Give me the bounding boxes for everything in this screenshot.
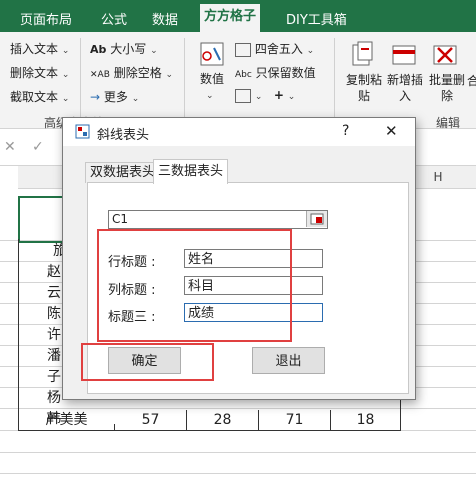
score-cell[interactable]: 18 [331, 410, 400, 430]
tab-double-header[interactable]: 双数据表头 [85, 162, 161, 183]
score-cell[interactable]: 71 [259, 410, 330, 430]
numeric-button[interactable]: 数值 [200, 70, 224, 87]
highlight-ok-box [81, 343, 214, 381]
name-cell[interactable]: 陈 [44, 304, 64, 324]
diagonal-header-dialog: 斜线表头 ? ✕ 双数据表头 三数据表头 C1 行标题 : 姓名 列标题 : 科… [62, 117, 416, 400]
ribbon-divider [334, 38, 335, 126]
tab-page-layout[interactable]: 页面布局 [20, 9, 72, 28]
cell-ref-input[interactable]: C1 [108, 210, 328, 229]
insert-text-button[interactable]: 插入文本 ⌄ [10, 40, 69, 57]
trim-spaces-button[interactable]: ✕AB 删除空格 ⌄ [90, 64, 173, 81]
tab-fangfang[interactable]: 方方格子 [200, 4, 261, 32]
tab-triple-header[interactable]: 三数据表头 [153, 159, 229, 184]
batch-delete-icon [432, 40, 458, 68]
delete-text-button[interactable]: 删除文本 ⌄ [10, 64, 69, 81]
case-icon: Ab [90, 43, 107, 56]
copy-paste-icon [350, 40, 376, 68]
dialog-title: 斜线表头 [97, 128, 150, 143]
close-button[interactable]: ✕ [385, 122, 398, 140]
insert-button[interactable]: 新增插入 [385, 72, 425, 104]
ribbon-tab-bar: 页面布局 公式 数据 方方格子 DIY工具箱 [0, 0, 476, 32]
tab-diy-toolbox[interactable]: DIY工具箱 [286, 9, 347, 28]
grid-icon [235, 42, 251, 57]
edit-icon [235, 88, 251, 103]
more-button[interactable]: → 更多 ⌄ [90, 88, 139, 105]
abc-icon: Abc [235, 70, 252, 80]
tab-formulas[interactable]: 公式 [101, 9, 127, 28]
insert-icon [391, 40, 417, 68]
confirm-icon[interactable]: ✓ [32, 139, 44, 155]
ribbon-body: 插入文本 ⌄ 删除文本 ⌄ 截取文本 ⌄ 高级文本处理 Ab 大小写 ⌄ ✕AB… [0, 32, 476, 130]
copy-paste-button[interactable]: 复制粘贴 [344, 72, 384, 104]
round-button[interactable]: 四舍五入 ⌄ [235, 40, 314, 57]
dialog-titlebar[interactable]: 斜线表头 ? ✕ [63, 118, 415, 146]
name-cell[interactable]: 子 [44, 367, 64, 387]
numeric-caret[interactable]: ⌄ [206, 87, 214, 101]
trim-icon: ✕AB [90, 70, 110, 80]
extract-text-button[interactable]: 截取文本 ⌄ [10, 88, 69, 105]
tab-data[interactable]: 数据 [152, 9, 178, 28]
range-picker-icon[interactable] [306, 211, 327, 227]
arrow-right-icon: → [90, 90, 101, 104]
edit-format-button[interactable]: ⌄ + ⌄ [235, 88, 295, 103]
case-button[interactable]: Ab 大小写 ⌄ [90, 40, 158, 57]
score-cell[interactable]: 28 [187, 410, 258, 430]
numeric-icon [198, 40, 226, 68]
name-cell[interactable]: 严美美 [19, 410, 114, 430]
highlight-fields-box [97, 229, 292, 342]
name-cell[interactable]: 潘 [44, 346, 64, 366]
name-cell[interactable]: 云 [44, 283, 64, 303]
batch-delete-button[interactable]: 批量删除 [427, 72, 467, 104]
keep-value-button[interactable]: Abc 只保留数值 [235, 64, 316, 81]
name-cell[interactable]: 杨 [44, 388, 64, 408]
name-cell[interactable]: 许 [44, 325, 64, 345]
cancel-icon[interactable]: ✕ [4, 139, 16, 155]
score-cell[interactable]: 57 [115, 410, 186, 430]
help-button[interactable]: ? [342, 123, 349, 139]
ribbon-divider [80, 38, 81, 126]
ribbon-divider [184, 38, 185, 126]
merge-button[interactable]: 合 [467, 72, 476, 89]
app-icon [75, 124, 90, 139]
name-cell[interactable]: 赵 [44, 262, 64, 282]
exit-button[interactable]: 退出 [252, 347, 325, 374]
